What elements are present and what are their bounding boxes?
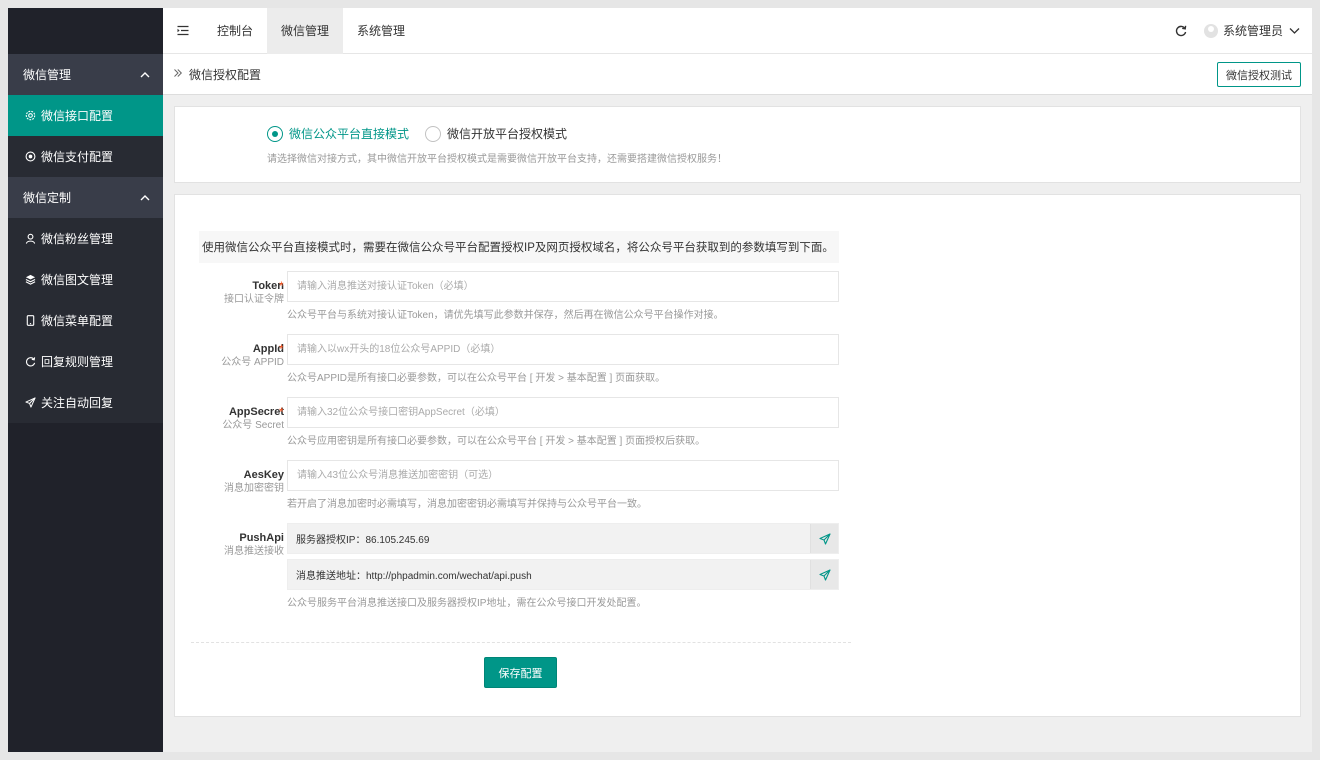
radio-label: 微信公众平台直接模式 — [289, 127, 410, 141]
field-help: 公众号APPID是所有接口必要参数，可以在公众号平台 [ 开发 > 基本配置 ]… — [287, 373, 666, 384]
field-label-main: Token — [252, 280, 284, 292]
tab-system-manage[interactable]: 系统管理 — [343, 8, 419, 54]
field-label-sub: 公众号 APPID — [221, 357, 284, 368]
menu-toggle-button[interactable] — [163, 8, 203, 54]
user-menu[interactable]: 系统管理员 — [1202, 22, 1300, 39]
server-ip-field: 服务器授权IP：86.105.245.69 — [287, 523, 839, 554]
sidebar-item-label: 回复规则管理 — [41, 355, 114, 369]
menu-fold-icon — [177, 25, 189, 36]
radio-circle — [267, 125, 283, 142]
sync-icon — [24, 355, 37, 368]
required-mark: * — [279, 405, 284, 419]
mode-card: 微信公众平台直接模式 微信开放平台授权模式 请选择微信对接方式，其中微信开放平台… — [174, 106, 1301, 183]
sidebar-item-label: 关注自动回复 — [41, 396, 114, 410]
send-icon — [24, 396, 37, 409]
chevron-up-icon — [140, 194, 150, 200]
form-divider — [191, 642, 851, 643]
phone-icon — [24, 314, 37, 327]
auth-test-button[interactable]: 微信授权测试 — [1217, 62, 1301, 87]
sidebar-item-news[interactable]: 微信图文管理 — [8, 259, 163, 300]
sidebar-item-label: 微信粉丝管理 — [41, 232, 114, 246]
notice-text: 使用微信公众平台直接模式时，需要在微信公众号平台配置授权IP及网页授权域名，将公… — [199, 231, 839, 263]
field-help: 若开启了消息加密时必需填写，消息加密密钥必需填写并保持与公众号平台一致。 — [287, 499, 647, 510]
field-label-main: PushApi — [239, 532, 284, 544]
sidebar-item-label: 微信菜单配置 — [41, 314, 114, 328]
server-ip-text[interactable]: 服务器授权IP：86.105.245.69 — [288, 531, 810, 546]
field-label-sub: 公众号 Secret — [222, 420, 284, 431]
breadcrumb: 微信授权配置 微信授权测试 — [163, 54, 1312, 95]
sidebar-group-label: 微信定制 — [23, 191, 72, 205]
double-chevron-right-icon — [173, 68, 185, 80]
send-icon — [818, 568, 831, 581]
sidebar-item-payment-config[interactable]: 微信支付配置 — [8, 136, 163, 177]
sidebar: 微信管理 微信接口配置 微信支付配置 微信定制 微信粉丝管理 微信图文管理 微信… — [8, 8, 163, 752]
sidebar-logo-area — [8, 8, 163, 54]
mode-radio-group: 微信公众平台直接模式 微信开放平台授权模式 — [267, 125, 583, 142]
circle-dot-icon — [24, 150, 37, 163]
send-icon — [818, 532, 831, 545]
radio-open-platform-mode[interactable]: 微信开放平台授权模式 — [425, 125, 567, 142]
field-label: PushApi 消息推送接收 — [164, 531, 284, 559]
user-icon — [24, 232, 37, 245]
sidebar-item-label: 微信接口配置 — [41, 109, 114, 123]
save-config-button[interactable]: 保存配置 — [484, 657, 557, 688]
sidebar-item-label: 微信支付配置 — [41, 150, 114, 164]
radio-direct-mode[interactable]: 微信公众平台直接模式 — [267, 125, 409, 142]
token-input[interactable] — [287, 271, 839, 302]
push-url-field: 消息推送地址：http://phpadmin.com/wechat/api.pu… — [287, 559, 839, 590]
appid-input[interactable] — [287, 334, 839, 365]
field-label-sub: 接口认证令牌 — [224, 294, 284, 305]
required-mark: * — [279, 342, 284, 356]
user-name: 系统管理员 — [1222, 24, 1283, 38]
sidebar-item-menu[interactable]: 微信菜单配置 — [8, 300, 163, 341]
field-label-main: AppSecret — [228, 406, 284, 418]
sidebar-item-interface-config[interactable]: 微信接口配置 — [8, 95, 163, 136]
sidebar-item-fans[interactable]: 微信粉丝管理 — [8, 218, 163, 259]
field-label: Token 接口认证令牌 — [164, 279, 284, 307]
appsecret-input[interactable] — [287, 397, 839, 428]
refresh-button[interactable] — [1164, 8, 1198, 54]
avatar — [1203, 23, 1218, 38]
top-header: 控制台 微信管理 系统管理 系统管理员 — [163, 8, 1312, 54]
copy-url-button[interactable] — [810, 560, 838, 589]
radio-circle — [425, 125, 442, 142]
sidebar-item-reply-rules[interactable]: 回复规则管理 — [8, 341, 163, 382]
chevron-down-icon — [1289, 27, 1300, 34]
aeskey-input[interactable] — [287, 460, 839, 491]
sidebar-item-auto-reply[interactable]: 关注自动回复 — [8, 382, 163, 423]
mode-help-text: 请选择微信对接方式，其中微信开放平台授权模式是需要微信开放平台支持，还需要搭建微… — [267, 154, 727, 165]
push-url-text[interactable]: 消息推送地址：http://phpadmin.com/wechat/api.pu… — [288, 567, 810, 582]
sidebar-group-wechat-custom[interactable]: 微信定制 — [8, 177, 163, 218]
field-help: 公众号应用密钥是所有接口必要参数，可以在公众号平台 [ 开发 > 基本配置 ] … — [287, 436, 706, 447]
sidebar-item-label: 微信图文管理 — [41, 273, 114, 287]
tab-wechat-manage[interactable]: 微信管理 — [267, 8, 344, 54]
refresh-icon — [1175, 25, 1187, 36]
field-help: 公众号服务平台消息推送接口及服务器授权IP地址，需在公众号接口开发处配置。 — [287, 598, 647, 609]
tab-console[interactable]: 控制台 — [203, 8, 267, 54]
radio-label: 微信开放平台授权模式 — [447, 127, 568, 141]
sidebar-group-label: 微信管理 — [23, 68, 72, 82]
chevron-up-icon — [140, 71, 150, 77]
gear-icon — [24, 109, 37, 122]
field-label-sub: 消息加密密钥 — [224, 483, 284, 494]
copy-ip-button[interactable] — [810, 524, 838, 553]
page-title: 微信授权配置 — [189, 67, 262, 82]
sidebar-group-wechat-manage[interactable]: 微信管理 — [8, 54, 163, 95]
field-label: AppId 公众号 APPID — [164, 342, 284, 370]
field-label-main: AppId — [252, 343, 284, 355]
config-form-card: 使用微信公众平台直接模式时，需要在微信公众号平台配置授权IP及网页授权域名，将公… — [174, 194, 1301, 717]
app-frame: 微信管理 微信接口配置 微信支付配置 微信定制 微信粉丝管理 微信图文管理 微信… — [8, 8, 1312, 752]
field-label: AppSecret 公众号 Secret — [164, 405, 284, 433]
field-label-main: AesKey — [243, 469, 284, 481]
required-mark: * — [279, 279, 284, 293]
layers-icon — [24, 273, 37, 286]
field-help: 公众号平台与系统对接认证Token，请优先填写此参数并保存，然后再在微信公众号平… — [287, 310, 724, 321]
field-label-sub: 消息推送接收 — [224, 546, 284, 557]
field-label: AesKey 消息加密密钥 — [164, 468, 284, 496]
